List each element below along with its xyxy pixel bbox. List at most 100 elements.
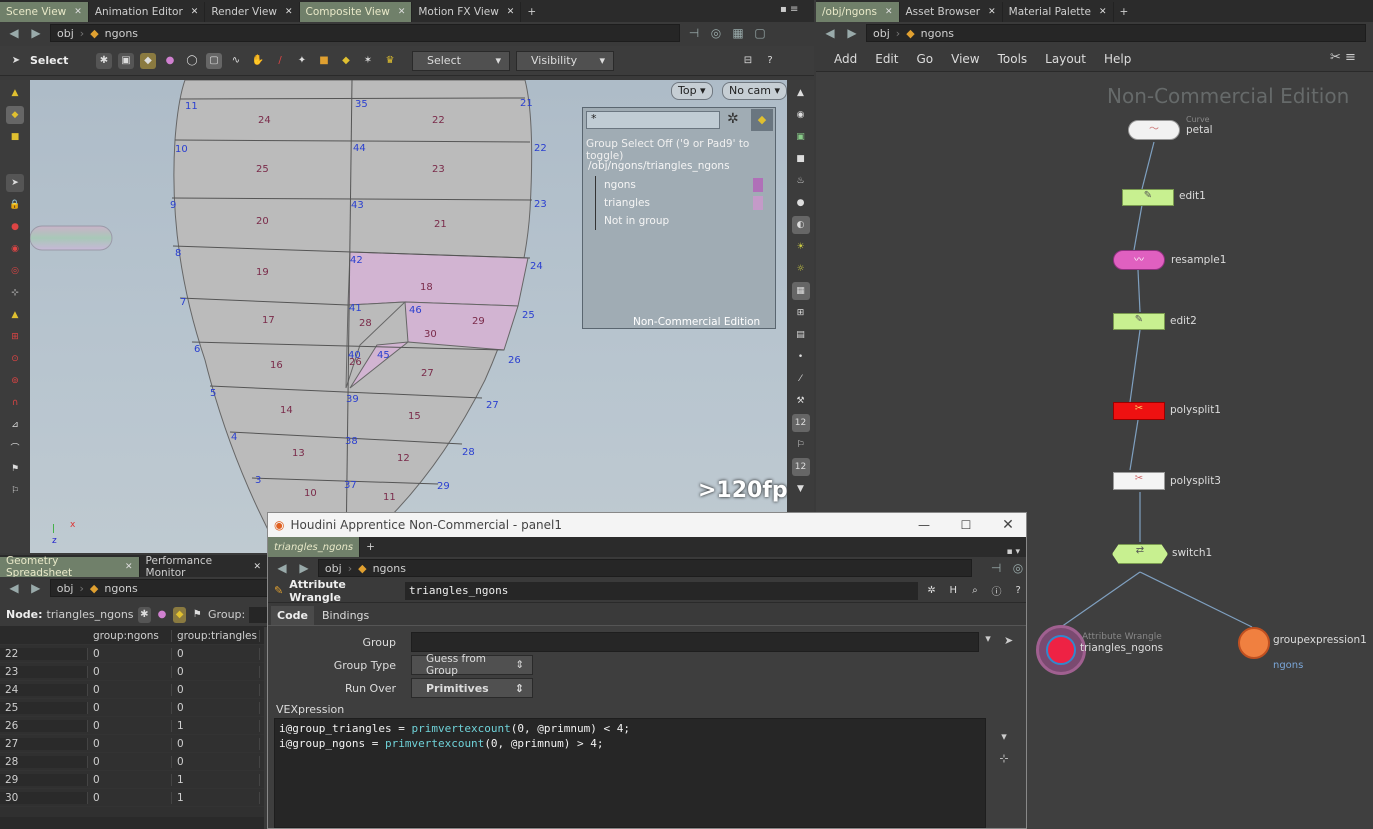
tools-icon[interactable]: ✂ ≡	[1330, 50, 1356, 65]
help-icon[interactable]: ?	[1010, 583, 1026, 599]
menu-item-add[interactable]: Add	[834, 52, 857, 66]
column-header[interactable]: group:ngons	[88, 629, 172, 642]
table-row[interactable]: 30 0 1	[0, 789, 264, 807]
table-row[interactable]: 22 0 0	[0, 645, 264, 663]
table-row[interactable]: 24 0 0	[0, 681, 264, 699]
pointer-icon[interactable]: ➤	[6, 174, 24, 192]
menu-item-view[interactable]: View	[951, 52, 979, 66]
light-bulb-icon[interactable]: ♨	[792, 172, 810, 190]
back-arrow-icon[interactable]: ◀	[6, 580, 22, 596]
table-row[interactable]: 29 0 1	[0, 771, 264, 789]
edge-loop-icon[interactable]: ◯	[184, 53, 200, 69]
chevron-down-icon[interactable]: ▾	[980, 632, 996, 652]
edit1-node-label[interactable]: edit1	[1179, 190, 1206, 202]
tab-code[interactable]: Code	[271, 606, 314, 625]
triangles-ngons-node-ring[interactable]	[1036, 625, 1086, 675]
network-tab-2[interactable]: Material Palette ✕	[1003, 2, 1114, 22]
visible-select-icon[interactable]: ■	[316, 53, 332, 69]
slash-icon[interactable]: ⁄	[792, 370, 810, 388]
ngons-path-segment[interactable]: ngons	[373, 562, 406, 575]
display-icon[interactable]: ▣	[792, 128, 810, 146]
resample1-node-label[interactable]: resample1	[1171, 254, 1226, 266]
group-type-icon[interactable]: ◆	[751, 109, 773, 131]
select-arrow-icon[interactable]: ➤	[1004, 634, 1013, 647]
brush-icon[interactable]: /	[272, 53, 288, 69]
forward-arrow-icon[interactable]: ▶	[28, 580, 44, 596]
help-icon[interactable]: ?	[762, 53, 778, 69]
search-icon[interactable]: ⌕	[967, 583, 983, 599]
pin-icon[interactable]: ⊣	[686, 25, 702, 41]
triangles-ngons-node-label[interactable]: triangles_ngons	[1080, 642, 1163, 654]
switch1-node-label[interactable]: switch1	[1172, 547, 1212, 559]
lock-icon-2[interactable]: ■	[792, 150, 810, 168]
link-icon[interactable]: ◎	[1010, 560, 1026, 576]
camera-menu[interactable]: No cam ▾	[722, 82, 787, 100]
info-icon[interactable]: ⓘ	[989, 583, 1005, 599]
close-tab-icon[interactable]: ✕	[507, 7, 515, 17]
close-icon[interactable]: ✕	[990, 517, 1026, 533]
polysplit1-node-label[interactable]: polysplit1	[1170, 404, 1221, 416]
group-type-menu[interactable]: Guess from Group ⇕	[411, 653, 533, 677]
magnet-icon[interactable]: ∩	[6, 394, 24, 412]
obj-path-segment[interactable]: obj	[873, 27, 890, 40]
table-row[interactable]: 28 0 0	[0, 753, 264, 771]
close-tab-icon[interactable]: ✕	[988, 7, 996, 17]
detail-icon[interactable]: ⚑	[190, 607, 204, 623]
camera-icon[interactable]: ◉	[6, 240, 24, 258]
panel-path-field[interactable]: obj › ◆ ngons	[317, 559, 973, 577]
group-filter-input[interactable]: *	[586, 111, 720, 129]
headlight-icon[interactable]: ☼	[792, 260, 810, 278]
menu-item-edit[interactable]: Edit	[875, 52, 898, 66]
vertices-icon[interactable]: ●	[155, 607, 169, 623]
gear-icon[interactable]: ✲	[727, 111, 739, 127]
add-tab-icon[interactable]: +	[521, 2, 542, 22]
tab-bindings[interactable]: Bindings	[316, 606, 375, 625]
ngons-path-segment[interactable]: ngons	[104, 582, 137, 595]
close-tab-icon[interactable]: ✕	[398, 7, 406, 17]
select-tool-label[interactable]: Select	[30, 54, 90, 67]
obj-path-segment[interactable]: obj	[57, 27, 74, 40]
network-tab-1[interactable]: Asset Browser ✕	[900, 2, 1003, 22]
back-arrow-icon[interactable]: ◀	[822, 25, 838, 41]
viewport-tab-2[interactable]: Render View ✕	[205, 2, 300, 22]
arrow-down-icon[interactable]: ▼	[792, 480, 810, 498]
minimize-icon[interactable]: —	[906, 518, 942, 532]
group-field[interactable]	[411, 632, 979, 652]
spreadsheet-path-field[interactable]: obj › ◆ ngons	[49, 579, 268, 597]
table-row[interactable]: 26 0 1	[0, 717, 264, 735]
arc-icon[interactable]: ⌒	[6, 438, 24, 456]
light-icon[interactable]: ●	[6, 218, 24, 236]
link-icon[interactable]: ◎	[708, 25, 724, 41]
petal-node[interactable]: 〜	[1128, 120, 1180, 140]
chevron-down-icon[interactable]: ▾	[988, 726, 1020, 748]
measure-icon[interactable]: ⊿	[6, 416, 24, 434]
close-tab-icon[interactable]: ✕	[1099, 7, 1107, 17]
pose-icon[interactable]: ◆	[6, 106, 24, 124]
edit1-node[interactable]: ✎	[1122, 189, 1174, 206]
group-field[interactable]	[249, 606, 268, 623]
select-mode-combo[interactable]: Select ▾	[412, 50, 510, 71]
spreadsheet-tab-1[interactable]: Performance Monitor ✕	[140, 555, 268, 579]
tool-icon[interactable]: ⚒	[792, 392, 810, 410]
close-tab-icon[interactable]: ✕	[285, 7, 293, 17]
visibility-combo[interactable]: Visibility ▾	[516, 50, 614, 71]
groupexpression1-node[interactable]	[1238, 627, 1270, 659]
close-tab-icon[interactable]: ✕	[885, 7, 893, 17]
ngons-path-segment[interactable]: ngons	[105, 27, 138, 40]
table-row[interactable]: 25 0 0	[0, 699, 264, 717]
maximize-icon[interactable]: ☐	[948, 518, 984, 532]
close-tab-icon[interactable]: ✕	[74, 7, 82, 17]
run-over-menu[interactable]: Primitives ⇕	[411, 678, 533, 698]
flag-icon-2[interactable]: ⚐	[6, 482, 24, 500]
resample1-node[interactable]: 〰	[1113, 250, 1165, 270]
ngons-path-segment[interactable]: ngons	[921, 27, 954, 40]
table-row[interactable]: 23 0 0	[0, 663, 264, 681]
menu-item-tools[interactable]: Tools	[998, 52, 1028, 66]
snap-prim-icon[interactable]: ⊚	[6, 372, 24, 390]
arrow-up-icon[interactable]: ▲	[792, 84, 810, 102]
network-tab-0[interactable]: /obj/ngons ✕	[816, 2, 900, 22]
polysplit3-node-label[interactable]: polysplit3	[1170, 475, 1221, 487]
petal-node-label[interactable]: petal	[1186, 124, 1213, 136]
back-arrow-icon[interactable]: ◀	[274, 560, 290, 576]
layout-icon[interactable]: ▦	[730, 25, 746, 41]
